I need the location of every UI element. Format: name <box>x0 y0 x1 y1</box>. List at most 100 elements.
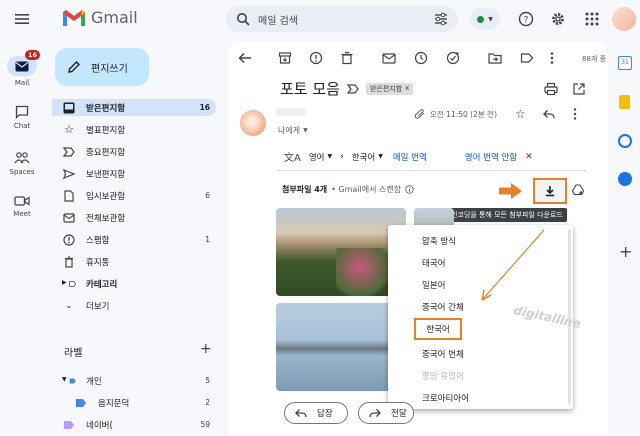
spam-icon <box>62 233 76 246</box>
search-input[interactable]: 메일 검색 <box>258 12 298 27</box>
nav-item-sent[interactable]: 보낸편지함 <box>52 165 216 182</box>
rail-meet[interactable]: Meet <box>0 192 44 218</box>
nav-item-spam[interactable]: 스팸함 1 <box>52 231 216 248</box>
settings-gear-icon[interactable] <box>550 11 566 27</box>
close-icon[interactable]: ✕ <box>525 152 533 162</box>
encoding-option[interactable]: 중국어 간체 <box>422 301 464 313</box>
nav-item-label: 보낸편지함 <box>86 169 126 180</box>
print-icon[interactable] <box>544 82 558 96</box>
target-language: 한국어 <box>351 152 376 163</box>
add-label-button[interactable]: + <box>200 341 212 357</box>
nav-item-starred[interactable]: ☆ 별표편지함 <box>52 121 216 138</box>
rail-mail[interactable]: 16 Mail <box>0 50 44 87</box>
search-bar[interactable]: 메일 검색 <box>226 6 458 32</box>
help-icon[interactable]: ? <box>518 11 534 27</box>
translate-icon: 文A <box>284 153 301 164</box>
trash-icon <box>62 255 76 268</box>
reply-button[interactable]: 답장 <box>284 402 348 424</box>
nav-item-drafts[interactable]: 임시보관함 6 <box>52 187 216 204</box>
nav-item-categories[interactable]: ▶ 카테고리 <box>52 275 216 292</box>
encoding-option[interactable]: 중국어 번체 <box>422 348 464 360</box>
snooze-clock-icon[interactable] <box>414 51 428 65</box>
important-marker-icon[interactable] <box>346 83 359 94</box>
target-language-select[interactable]: 한국어 ▼ <box>352 151 383 163</box>
report-spam-icon[interactable] <box>309 51 323 65</box>
status-selector[interactable]: ▼ <box>470 8 500 30</box>
encoding-option[interactable]: 압축 방식 <box>422 235 456 247</box>
nav-item-trash[interactable]: 휴지통 <box>52 253 216 270</box>
sender-avatar[interactable] <box>240 110 266 136</box>
encoding-option[interactable]: 크로아티아어 <box>422 392 469 404</box>
search-options-icon[interactable] <box>434 12 448 26</box>
main-menu-icon[interactable] <box>14 11 30 27</box>
calendar-icon[interactable]: 31 <box>618 56 632 70</box>
label-color-icon <box>74 398 88 408</box>
mark-unread-icon[interactable] <box>382 51 396 65</box>
attachment-thumbnail[interactable] <box>276 303 406 391</box>
nav-item-label: 더보기 <box>86 301 110 312</box>
attachment-clip-icon <box>414 109 425 119</box>
reply-arrow-icon[interactable] <box>543 109 555 119</box>
chevron-down-icon: ▼ <box>488 15 493 23</box>
rail-meet-label: Meet <box>13 210 31 218</box>
video-camera-icon <box>14 196 30 206</box>
encoding-option-selected[interactable]: 한국어 <box>414 318 462 340</box>
sender-name-blurred <box>276 108 306 116</box>
inbox-label-chip[interactable]: 받은편지함 x <box>365 82 414 95</box>
nav-item-important[interactable]: 중요편지함 <box>52 143 216 160</box>
archive-icon[interactable] <box>278 51 292 65</box>
highlight-arrow-icon <box>499 183 522 199</box>
download-all-button[interactable] <box>533 178 567 204</box>
label-item-naver[interactable]: 네이버( 59 <box>52 416 216 433</box>
label-item-sub[interactable]: 음지문덕 2 <box>52 394 216 411</box>
status-dot-icon <box>477 15 485 23</box>
nav-item-more[interactable]: ⌄ 더보기 <box>52 297 216 314</box>
dont-translate-link[interactable]: 영어 번역 안함 <box>465 151 517 163</box>
keep-icon[interactable] <box>619 95 630 109</box>
nav-item-label: 중요편지함 <box>86 147 126 158</box>
move-to-icon[interactable] <box>488 51 502 65</box>
nav-item-count: 1 <box>205 235 210 244</box>
source-language-select[interactable]: 영어 ▼ <box>309 151 332 163</box>
label-item-personal[interactable]: ▼ 개인 5 <box>52 372 216 389</box>
tasks-icon[interactable] <box>618 134 632 148</box>
add-task-icon[interactable] <box>446 51 460 65</box>
open-new-window-icon[interactable] <box>572 82 586 96</box>
side-panel: 31 + <box>610 40 640 436</box>
nav-item-inbox[interactable]: 받은편지함 16 <box>52 99 216 116</box>
apps-grid-icon[interactable] <box>584 11 600 27</box>
encoding-option[interactable]: 일본어 <box>422 279 445 291</box>
rail-spaces[interactable]: Spaces <box>0 148 44 176</box>
pencil-icon <box>68 61 80 73</box>
nav-item-all-mail[interactable]: 전체보관함 <box>52 209 216 226</box>
attachment-thumbnail[interactable] <box>276 208 406 296</box>
contacts-icon[interactable] <box>618 172 632 186</box>
chip-close-icon[interactable]: x <box>405 84 409 94</box>
add-to-drive-icon[interactable] <box>572 184 584 196</box>
forward-arrow-icon <box>369 409 381 418</box>
rail-chat[interactable]: Chat <box>0 102 44 130</box>
label-icon[interactable] <box>520 51 534 65</box>
label-item-count: 2 <box>205 398 210 407</box>
recipient-toggle[interactable]: 나에게 ▼ <box>278 125 308 136</box>
info-icon[interactable] <box>405 185 414 194</box>
delete-icon[interactable] <box>340 51 354 65</box>
more-vert-icon[interactable] <box>548 51 556 65</box>
forward-button[interactable]: 전달 <box>358 402 414 424</box>
search-icon[interactable] <box>236 12 250 26</box>
encoding-option[interactable]: 태국어 <box>422 257 445 269</box>
encoding-option[interactable]: 중앙 유럽어 <box>422 370 464 382</box>
nav-item-count: 16 <box>199 103 210 112</box>
more-vert-icon[interactable] <box>572 107 578 121</box>
gmail-logo[interactable]: Gmail <box>62 8 138 27</box>
account-avatar[interactable] <box>612 7 636 31</box>
compose-label: 편지쓰기 <box>91 63 128 75</box>
back-arrow-icon[interactable] <box>238 51 252 65</box>
source-language: 영어 <box>308 152 325 163</box>
compose-button[interactable]: 편지쓰기 <box>55 48 149 86</box>
get-addons-icon[interactable]: + <box>619 242 632 261</box>
nav-item-label: 전체보관함 <box>86 213 126 224</box>
selected-encoding-label: 한국어 <box>426 325 450 335</box>
star-icon[interactable]: ☆ <box>515 107 526 121</box>
translate-message-link[interactable]: 메일 번역 <box>393 151 427 163</box>
